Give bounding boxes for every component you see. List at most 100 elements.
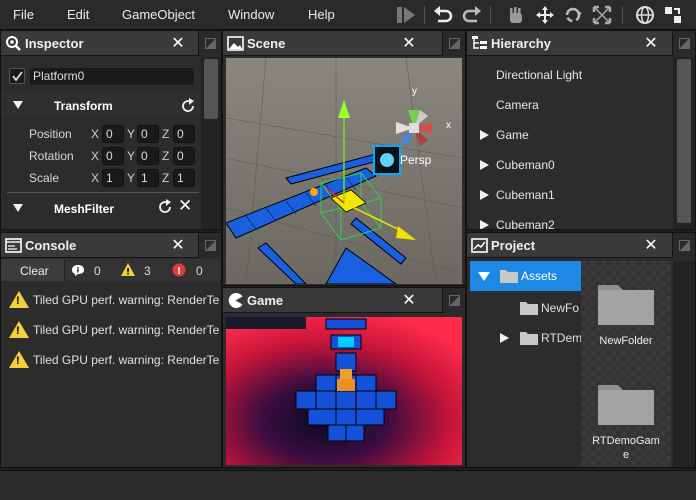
asset-item-rtdemogame[interactable]: RTDemoGam e xyxy=(589,379,663,465)
info-icon[interactable]: i xyxy=(71,264,85,277)
hierarchy-item[interactable]: Camera xyxy=(467,90,687,120)
scrollbar-thumb[interactable] xyxy=(677,59,691,223)
scale-y-field[interactable]: 1 xyxy=(137,169,159,187)
redo-button[interactable] xyxy=(461,4,483,26)
hierarchy-item[interactable]: Cubeman1 xyxy=(467,180,687,210)
tree-item-rtdemo[interactable]: RTDem xyxy=(470,322,582,352)
scene-dock-button[interactable] xyxy=(442,31,465,56)
scale-x-field[interactable]: 1 xyxy=(102,169,124,187)
console-dock-button[interactable] xyxy=(198,233,221,258)
reset-icon[interactable] xyxy=(157,199,173,215)
hierarchy-title: Hierarchy xyxy=(491,36,551,51)
asset-item-newfolder[interactable]: NewFolder xyxy=(589,279,663,359)
console-icon xyxy=(5,238,22,253)
scene-viewport[interactable]: y x Persp xyxy=(226,58,462,284)
game-viewport[interactable] xyxy=(226,317,462,465)
scale-z-field[interactable]: 1 xyxy=(173,169,195,187)
project-dock-button[interactable] xyxy=(672,233,695,258)
console-message[interactable]: ! Tiled GPU perf. warning: RenderTe xyxy=(1,345,219,375)
hierarchy-item-label: Camera xyxy=(496,98,539,112)
game-close-button[interactable]: ✕ xyxy=(400,291,418,309)
menu-bar: File Edit GameObject Window Help xyxy=(0,0,696,30)
scene-panel: Scene ✕ y x Persp xyxy=(222,30,466,286)
global-local-toggle[interactable] xyxy=(634,4,656,26)
close-icon: ✕ xyxy=(171,35,185,52)
project-title: Project xyxy=(491,238,536,253)
tree-item-newfolder[interactable]: NewFo xyxy=(470,292,581,322)
scale-label: Scale xyxy=(29,171,60,185)
dock-icon xyxy=(679,240,690,251)
game-dock-button[interactable] xyxy=(442,288,465,313)
hierarchy-item-label: Cubeman1 xyxy=(496,188,555,202)
rotate-tool-button[interactable] xyxy=(562,4,584,26)
remove-component-icon[interactable]: ✕ xyxy=(178,196,192,216)
hierarchy-item[interactable]: Directional Light xyxy=(467,60,687,90)
scrollbar-thumb[interactable] xyxy=(204,59,218,119)
scene-close-button[interactable]: ✕ xyxy=(400,34,418,52)
console-message-text: Tiled GPU perf. warning: RenderTe xyxy=(33,293,219,307)
hierarchy-item[interactable]: Cubeman2 xyxy=(467,210,687,229)
menu-window[interactable]: Window xyxy=(228,7,274,22)
axis-y-label: Y xyxy=(127,149,136,163)
game-panel: Game ✕ xyxy=(222,287,466,468)
pivot-toggle[interactable] xyxy=(662,4,684,26)
expand-triangle-icon[interactable] xyxy=(480,160,489,170)
menu-help[interactable]: Help xyxy=(308,7,335,22)
console-close-button[interactable]: ✕ xyxy=(169,236,187,254)
project-panel: Project ✕ Assets NewFo RTDem NewFolder R… xyxy=(466,232,696,468)
menu-file[interactable]: File xyxy=(13,7,34,22)
hierarchy-scrollbar[interactable] xyxy=(673,57,695,229)
warning-count: 3 xyxy=(144,264,151,278)
project-close-button[interactable]: ✕ xyxy=(642,236,660,254)
object-name-field[interactable]: Platform0 xyxy=(30,68,194,85)
rotation-z-field[interactable]: 0 xyxy=(173,147,195,165)
meshfilter-header[interactable]: MeshFilter ✕ xyxy=(1,195,199,219)
game-render xyxy=(226,317,462,465)
project-scrollbar[interactable] xyxy=(673,261,695,467)
hierarchy-close-button[interactable]: ✕ xyxy=(642,34,660,52)
inspector-dock-button[interactable] xyxy=(198,31,221,56)
rotation-y-field[interactable]: 0 xyxy=(137,147,159,165)
hierarchy-panel: Hierarchy ✕ Directional Light Camera Gam… xyxy=(466,30,696,230)
warning-icon[interactable]: ! xyxy=(121,263,135,276)
inspector-close-button[interactable]: ✕ xyxy=(169,34,187,52)
error-icon[interactable]: ! xyxy=(172,263,186,277)
collapse-triangle-icon xyxy=(13,204,23,212)
play-button[interactable] xyxy=(395,4,417,26)
expand-triangle-icon[interactable] xyxy=(480,130,489,140)
hierarchy-item-label: Directional Light xyxy=(496,68,583,82)
hand-tool-button[interactable] xyxy=(505,4,527,26)
rotation-x-field[interactable]: 0 xyxy=(102,147,124,165)
position-x-field[interactable]: 0 xyxy=(102,125,124,143)
hierarchy-item[interactable]: Game xyxy=(467,120,687,150)
transform-header[interactable]: Transform xyxy=(1,92,199,116)
axis-x-label: X xyxy=(91,149,100,163)
hierarchy-item[interactable]: Cubeman0 xyxy=(467,150,687,180)
position-z-field[interactable]: 0 xyxy=(173,125,195,143)
magnifier-icon xyxy=(6,36,21,51)
undo-button[interactable] xyxy=(432,4,454,26)
meshfilter-label: MeshFilter xyxy=(54,202,115,216)
expand-triangle-icon[interactable] xyxy=(500,333,509,343)
rotation-label: Rotation xyxy=(29,149,74,163)
tree-item-assets[interactable]: Assets xyxy=(470,261,581,291)
pivot-icon xyxy=(665,7,681,23)
scale-tool-button[interactable] xyxy=(591,4,613,26)
active-checkbox[interactable] xyxy=(9,68,25,84)
hierarchy-dock-button[interactable] xyxy=(672,31,695,56)
position-y-field[interactable]: 0 xyxy=(137,125,159,143)
gizmo-y-label: y xyxy=(412,86,417,97)
undo-icon xyxy=(434,6,453,23)
console-message[interactable]: ! Tiled GPU perf. warning: RenderTe xyxy=(1,315,219,345)
inspector-scrollbar[interactable] xyxy=(201,57,221,229)
reset-icon[interactable] xyxy=(180,98,196,114)
menu-edit[interactable]: Edit xyxy=(67,7,89,22)
expand-triangle-icon[interactable] xyxy=(480,220,489,229)
menu-gameobject[interactable]: GameObject xyxy=(122,7,195,22)
tree-item-label: NewFo xyxy=(541,301,580,315)
clear-button[interactable]: Clear xyxy=(1,259,65,281)
persp-label[interactable]: Persp xyxy=(400,153,431,167)
console-message[interactable]: ! Tiled GPU perf. warning: RenderTe xyxy=(1,285,219,315)
expand-triangle-icon[interactable] xyxy=(480,190,489,200)
move-tool-button[interactable] xyxy=(534,4,556,26)
